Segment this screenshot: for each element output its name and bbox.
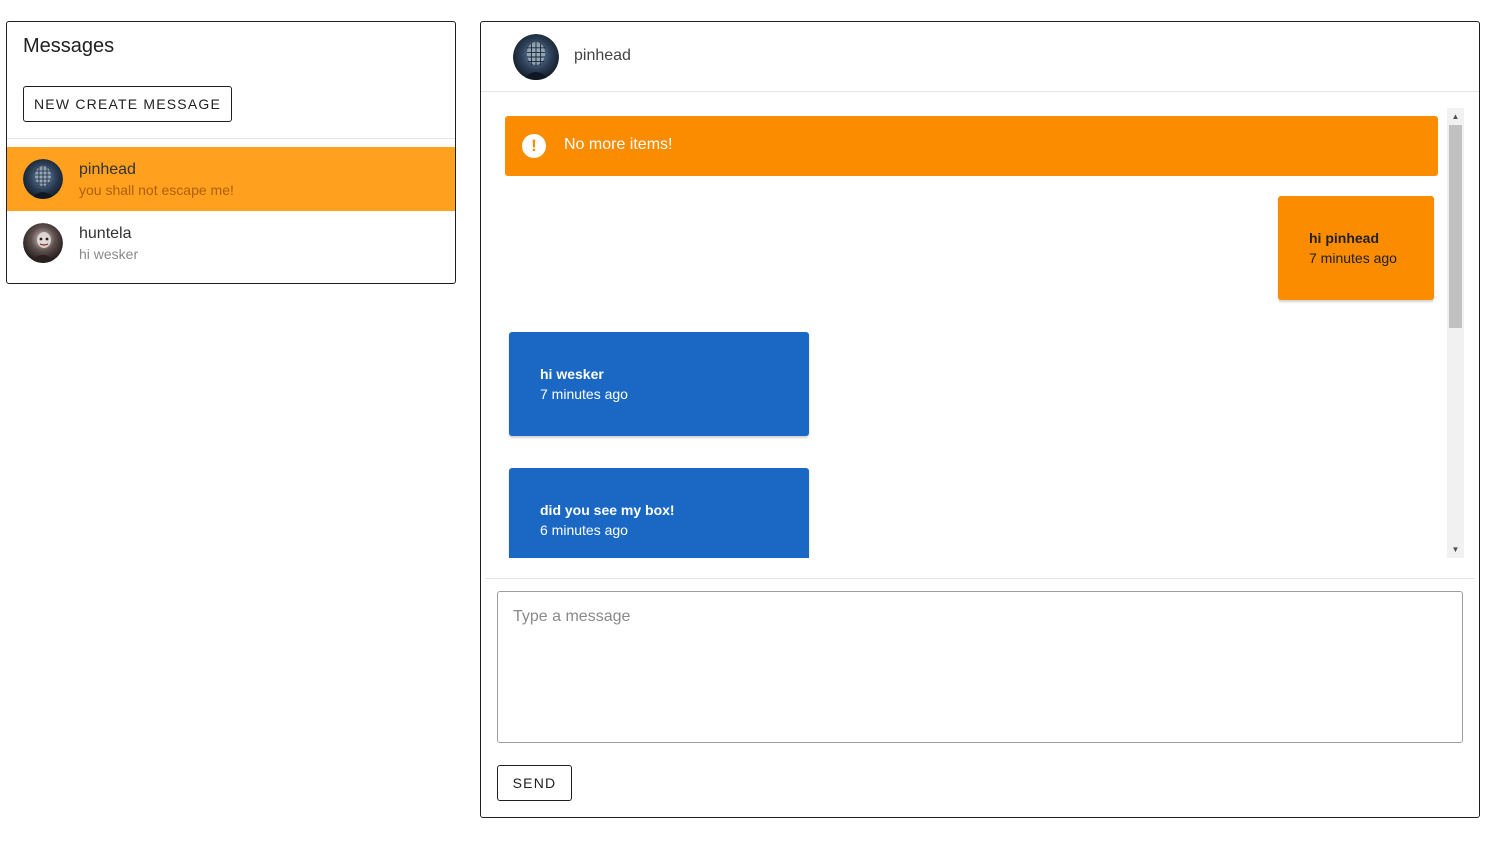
conversation-name: pinhead (79, 161, 136, 178)
send-button[interactable]: SEND (497, 765, 572, 801)
conversation-preview: you shall not escape me! (79, 182, 234, 198)
scroll-down-arrow-icon[interactable]: ▼ (1447, 541, 1464, 558)
message-input[interactable] (497, 591, 1463, 743)
scrollbar-thumb[interactable] (1449, 125, 1462, 328)
message-bubble-incoming: did you see my box! 6 minutes ago (509, 468, 809, 558)
no-more-items-alert: ! No more items! (505, 116, 1438, 176)
messages-title: Messages (23, 35, 115, 57)
message-bubble-outgoing: hi pinhead 7 minutes ago (1278, 196, 1434, 300)
message-list-scrollbar[interactable]: ▲ ▼ (1447, 108, 1464, 558)
input-divider (485, 578, 1475, 579)
panel-divider (7, 138, 455, 139)
message-time: 7 minutes ago (1309, 250, 1397, 266)
message-time: 7 minutes ago (540, 386, 628, 402)
message-text: hi wesker (540, 366, 604, 382)
new-create-message-button[interactable]: NEW CREATE MESSAGE (23, 86, 232, 122)
pinhead-avatar (513, 34, 559, 80)
alert-circle-icon: ! (522, 134, 546, 158)
conversation-item-pinhead[interactable]: pinhead you shall not escape me! (7, 147, 455, 211)
chat-header: pinhead (481, 22, 1479, 92)
message-list[interactable]: ! No more items! hi pinhead 7 minutes ag… (505, 108, 1463, 558)
message-text: hi pinhead (1309, 230, 1379, 246)
conversations-panel: Messages NEW CREATE MESSAGE pinhead you … (6, 21, 456, 284)
alert-text: No more items! (564, 136, 673, 153)
message-bubble-incoming: hi wesker 7 minutes ago (509, 332, 809, 436)
chat-contact-name: pinhead (574, 47, 631, 64)
message-text: did you see my box! (540, 502, 675, 518)
scroll-up-arrow-icon[interactable]: ▲ (1447, 108, 1464, 125)
conversation-name: huntela (79, 225, 132, 242)
conversation-item-huntela[interactable]: huntela hi wesker (7, 211, 455, 275)
conversation-preview: hi wesker (79, 246, 139, 262)
message-time: 6 minutes ago (540, 522, 628, 538)
chat-panel: pinhead ! No more items! hi pinhead 7 mi… (480, 21, 1480, 818)
huntela-avatar (23, 223, 63, 263)
pinhead-avatar (23, 159, 63, 199)
